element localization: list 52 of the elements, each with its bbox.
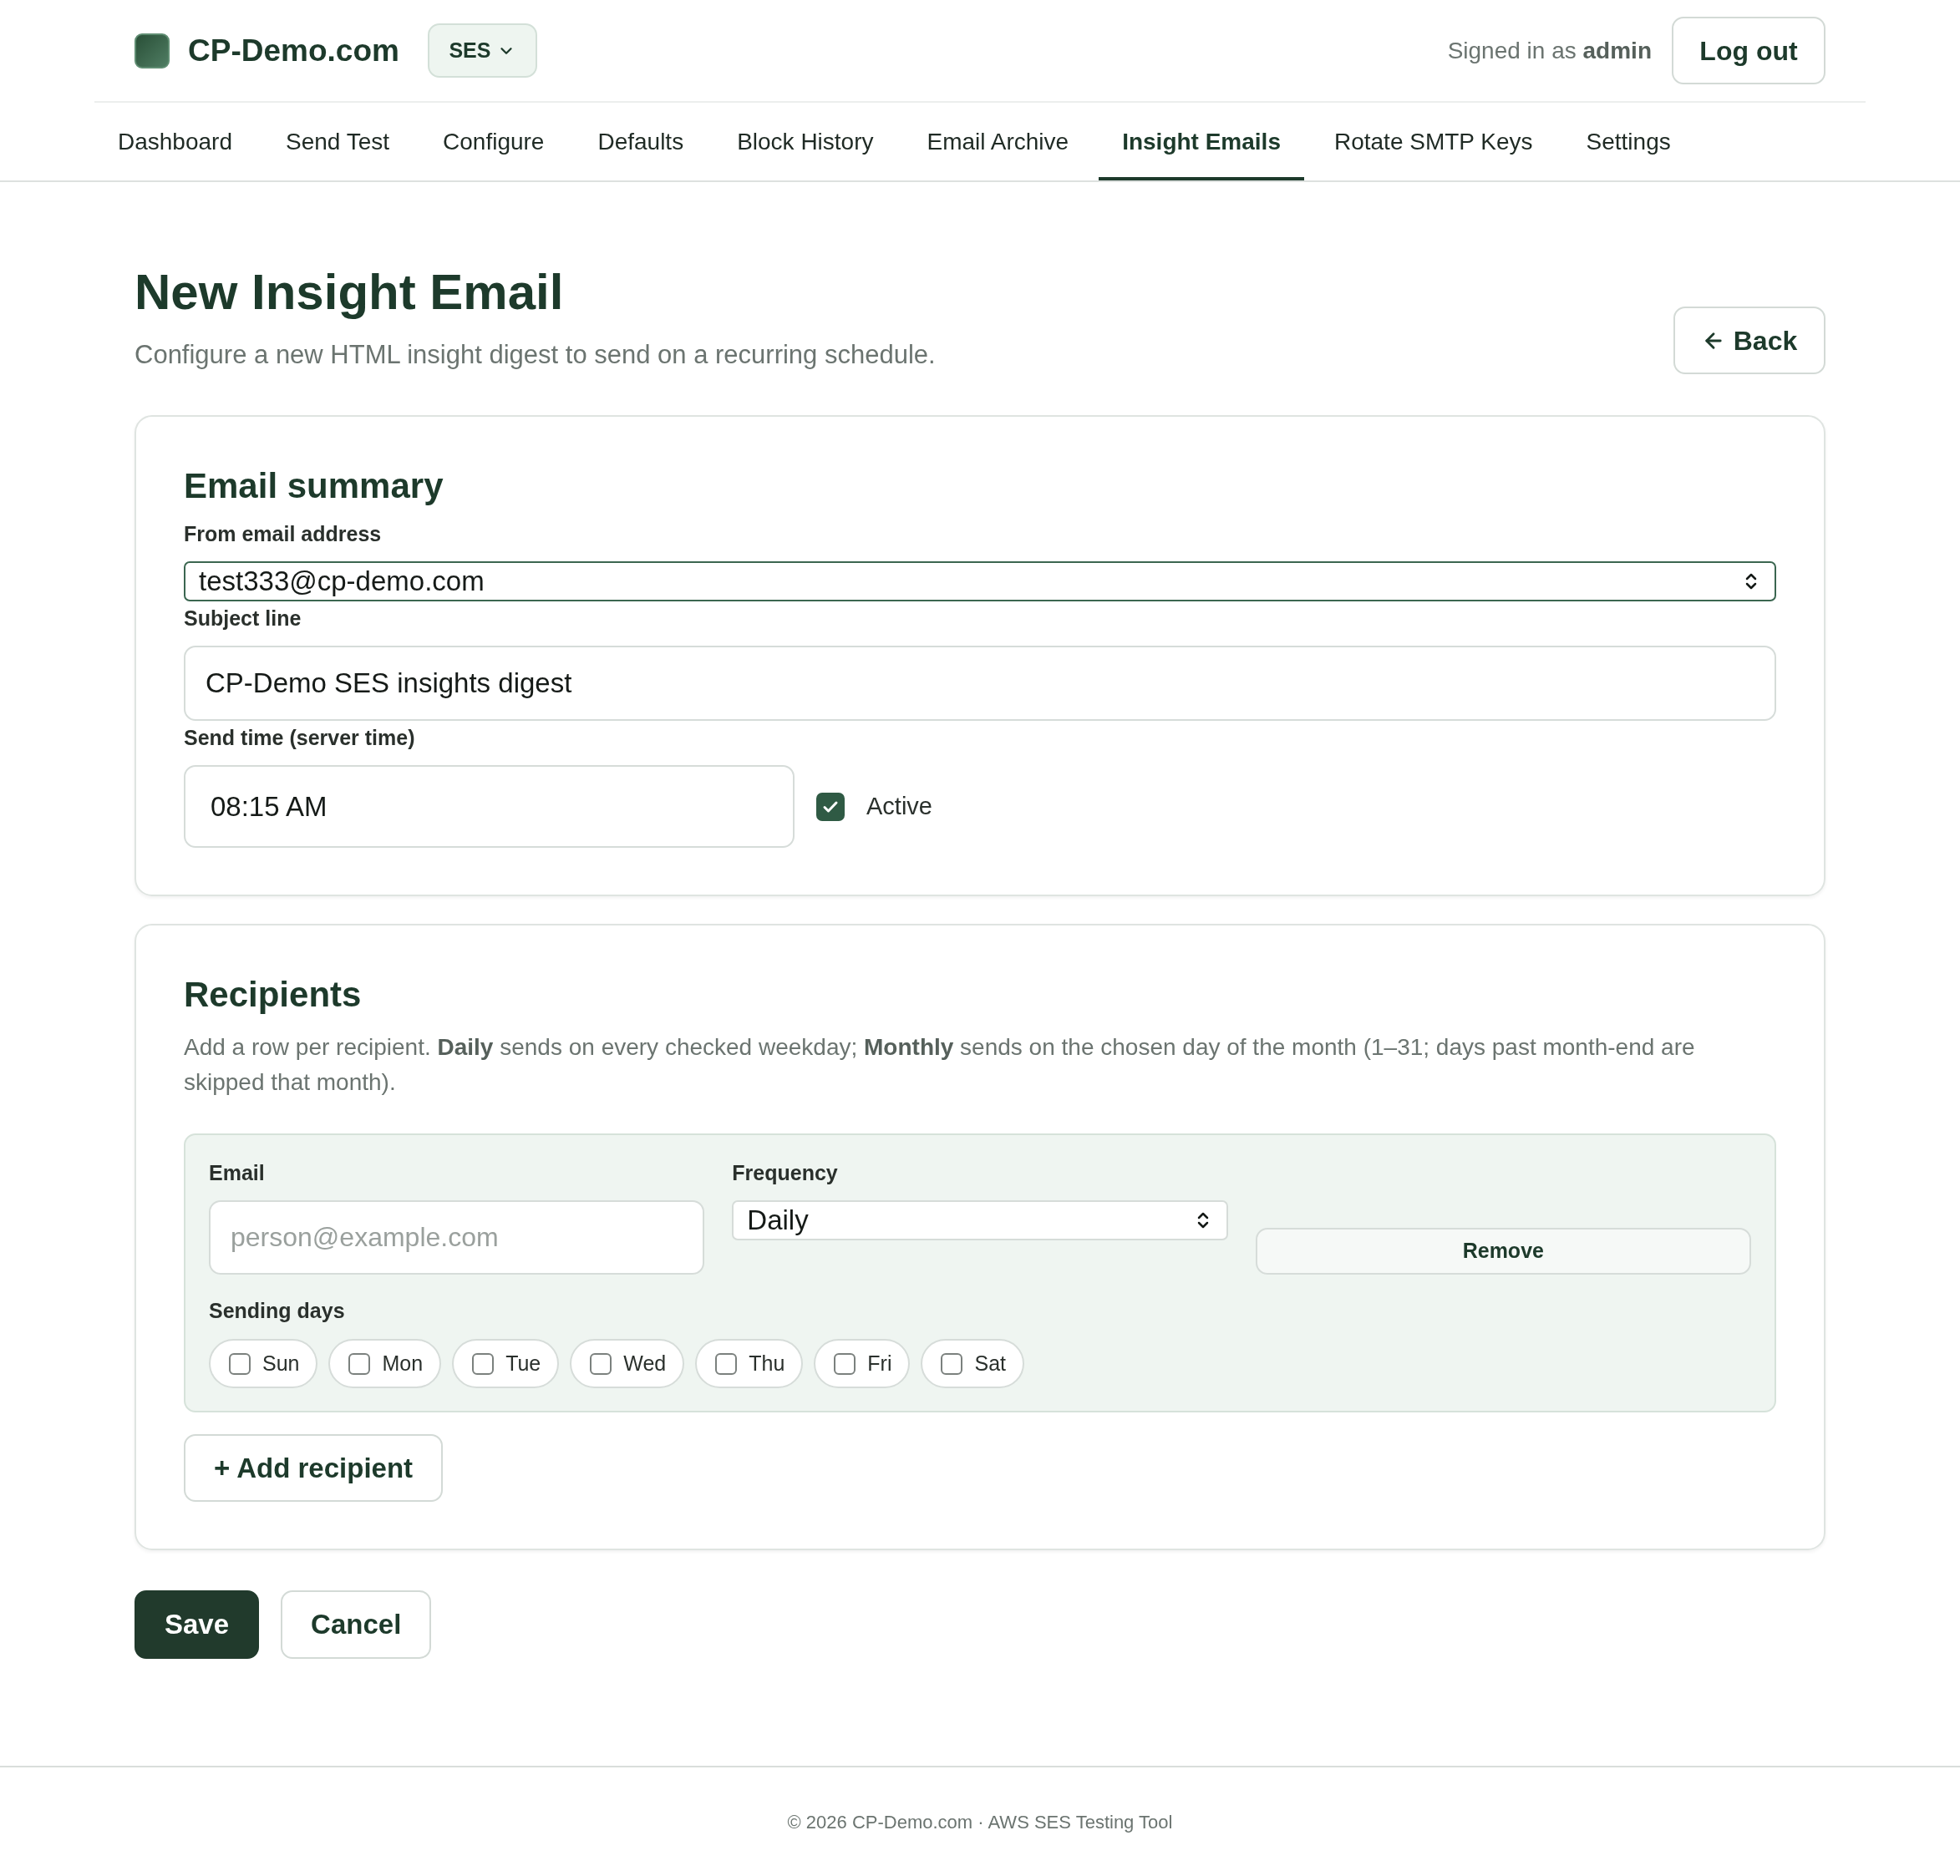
- checkbox[interactable]: [229, 1352, 251, 1375]
- add-recipient-button[interactable]: + Add recipient: [184, 1434, 444, 1502]
- nav-tab[interactable]: Dashboard: [94, 103, 256, 180]
- email-input[interactable]: person@example.com: [209, 1200, 705, 1275]
- checkbox[interactable]: [715, 1352, 738, 1375]
- section-title: Email summary: [184, 465, 444, 507]
- day-chip[interactable]: Sun: [209, 1339, 318, 1388]
- nav-tab[interactable]: Insight Emails: [1099, 103, 1304, 180]
- nav-tab[interactable]: Rotate SMTP Keys: [1310, 103, 1556, 180]
- cancel-button[interactable]: Cancel: [281, 1590, 432, 1659]
- checkbox[interactable]: [941, 1352, 963, 1375]
- field-label: Subject line: [184, 606, 302, 631]
- day-chip[interactable]: Tue: [452, 1339, 560, 1388]
- page-subtitle: Configure a new HTML insight digest to send on a recurring schedule.: [135, 339, 936, 371]
- nav-tab[interactable]: Email Archive: [903, 103, 1093, 180]
- logo-icon: [135, 33, 170, 68]
- field-label: Frequency: [732, 1160, 839, 1186]
- section-title: Recipients: [184, 974, 363, 1016]
- footer-text: © 2026 CP-Demo.com · AWS SES Testing Tool: [787, 1810, 1173, 1834]
- frequency-select[interactable]: Daily: [732, 1200, 1228, 1240]
- checkbox[interactable]: [472, 1352, 495, 1375]
- day-chip[interactable]: Fri: [814, 1339, 911, 1388]
- nav-tab[interactable]: Settings: [1562, 103, 1694, 180]
- back-button[interactable]: Back: [1673, 307, 1825, 374]
- recipients-description: Add a row per recipient. Daily sends on every checked weekday; Monthly sends on the chosen day of the month (1–31; days past month-end are skipped that month).: [184, 1033, 1696, 1097]
- nav-tab[interactable]: Defaults: [574, 103, 708, 180]
- send-time-input[interactable]: 08:15 AM: [184, 765, 795, 848]
- brand-name[interactable]: CP-Demo.com: [188, 27, 399, 74]
- nav-tab[interactable]: Configure: [419, 103, 568, 180]
- nav-tab[interactable]: Send Test: [262, 103, 413, 180]
- signed-in-text: Signed in as admin: [1447, 36, 1652, 65]
- subject-input[interactable]: CP-Demo SES insights digest: [184, 646, 1776, 721]
- field-label: Sending days: [209, 1298, 346, 1324]
- page-title: New Insight Email: [135, 263, 565, 322]
- from-email-select[interactable]: test333@cp-demo.com: [184, 561, 1776, 601]
- checkbox[interactable]: [348, 1352, 371, 1375]
- remove-button[interactable]: Remove: [1255, 1228, 1751, 1275]
- day-chip[interactable]: Sat: [921, 1339, 1024, 1388]
- checkbox[interactable]: [590, 1352, 612, 1375]
- field-label: Email: [209, 1160, 266, 1186]
- day-chip[interactable]: Mon: [328, 1339, 442, 1388]
- checkbox-label[interactable]: Active: [866, 788, 932, 825]
- checkbox[interactable]: [834, 1352, 856, 1375]
- checkbox[interactable]: [816, 792, 845, 821]
- field-label: From email address: [184, 521, 383, 547]
- day-chip[interactable]: Wed: [570, 1339, 685, 1388]
- service-menu[interactable]: SES: [427, 23, 537, 78]
- save-button[interactable]: Save: [135, 1590, 260, 1659]
- nav-tab[interactable]: Block History: [713, 103, 897, 180]
- logout-button[interactable]: Log out: [1672, 17, 1825, 84]
- field-label: Send time (server time): [184, 725, 416, 751]
- day-chip[interactable]: Thu: [695, 1339, 804, 1388]
